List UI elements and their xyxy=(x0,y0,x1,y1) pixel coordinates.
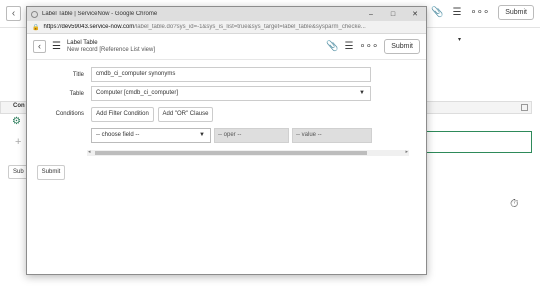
choose-field-placeholder: -- choose field -- xyxy=(96,132,140,138)
bottom-submit-button[interactable]: Submit xyxy=(37,165,65,180)
hamburger-menu-icon[interactable]: ☰ xyxy=(52,41,61,52)
plus-icon[interactable]: + xyxy=(15,136,21,148)
form-title: Label Table xyxy=(66,39,98,46)
scroll-left-icon[interactable]: ◂ xyxy=(88,149,91,155)
form-header: ‹ ☰ Label Table New record [Reference Li… xyxy=(27,34,426,60)
focused-input[interactable] xyxy=(410,131,532,153)
url-text: https://dev59043.service-now.com/label_t… xyxy=(43,24,366,30)
table-label: Table xyxy=(69,91,84,97)
scrollbar-thumb[interactable] xyxy=(95,151,367,155)
sliders-icon[interactable]: ☰ xyxy=(452,7,461,18)
minimize-button[interactable]: – xyxy=(360,11,382,18)
table-select-value: Computer [cmdb_ci_computer] xyxy=(96,90,179,96)
background-submit-button[interactable]: Submit xyxy=(498,5,534,20)
choose-field-select[interactable]: -- choose field -- ▼ xyxy=(91,128,211,143)
window-titlebar: Label Table | ServiceNow - Google Chrome… xyxy=(27,7,426,21)
window-title: Label Table | ServiceNow - Google Chrome xyxy=(42,11,158,17)
collapse-icon[interactable] xyxy=(521,104,528,111)
more-options-icon[interactable]: ∘∘∘ xyxy=(359,41,378,52)
operator-select: -- oper -- xyxy=(214,128,289,143)
gear-icon[interactable]: ⚙ xyxy=(12,116,21,127)
maximize-button[interactable]: □ xyxy=(382,11,404,18)
form-titles: Label Table New record [Reference List v… xyxy=(67,40,326,54)
favicon-icon xyxy=(31,10,38,18)
more-options-icon[interactable]: ∘∘∘ xyxy=(470,7,489,18)
add-or-clause-button[interactable]: Add "OR" Clause xyxy=(158,107,213,122)
title-input[interactable]: cmdb_ci_computer synonyms xyxy=(91,67,371,82)
related-list-label: Con xyxy=(13,103,25,109)
popup-window: Label Table | ServiceNow - Google Chrome… xyxy=(26,6,427,275)
submit-button[interactable]: Submit xyxy=(384,39,420,54)
paperclip-icon[interactable]: 📎 xyxy=(431,7,443,18)
lock-icon: 🔒 xyxy=(32,24,40,31)
horizontal-scrollbar[interactable]: ◂ ▸ xyxy=(87,149,409,156)
chevron-down-icon[interactable]: ▾ xyxy=(458,36,461,43)
back-button[interactable]: ‹ xyxy=(33,40,46,53)
chevron-down-icon: ▼ xyxy=(359,90,365,96)
address-bar[interactable]: 🔒 https://dev59043.service-now.com/label… xyxy=(27,21,426,34)
background-toolbar: 📎 ☰ ∘∘∘ Submit xyxy=(431,5,534,20)
value-input: -- value -- xyxy=(292,128,372,143)
clock-icon[interactable]: ⏱ xyxy=(510,198,519,211)
table-select[interactable]: Computer [cmdb_ci_computer] ▼ xyxy=(91,86,371,101)
form-toolbar: 📎 ☰ ∘∘∘ Submit xyxy=(326,39,426,54)
form-subtitle: New record [Reference List view] xyxy=(66,46,156,53)
scroll-right-icon[interactable]: ▸ xyxy=(405,149,408,155)
add-filter-condition-button[interactable]: Add Filter Condition xyxy=(91,107,154,122)
sliders-icon[interactable]: ☰ xyxy=(344,41,353,52)
background-back-button[interactable]: ‹ xyxy=(6,6,21,21)
title-label: Title xyxy=(72,72,84,78)
paperclip-icon[interactable]: 📎 xyxy=(326,41,338,52)
background-bottom-button[interactable]: Sub xyxy=(8,165,28,179)
close-button[interactable]: ✕ xyxy=(404,10,426,18)
conditions-label: Conditions xyxy=(55,111,84,117)
chevron-down-icon: ▼ xyxy=(199,132,205,138)
